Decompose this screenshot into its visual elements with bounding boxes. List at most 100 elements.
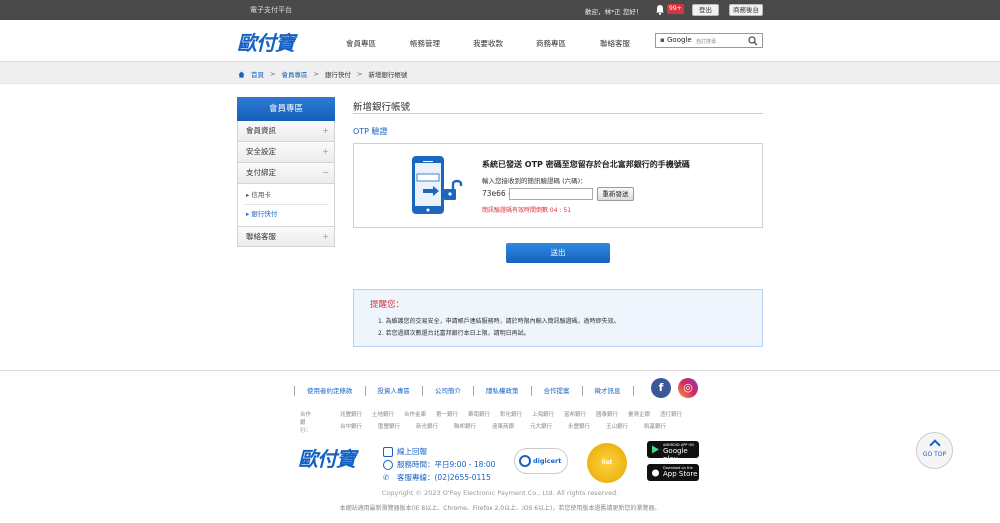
instagram-icon[interactable]: ◎ [678,378,698,398]
partner-bank: 國泰銀行 [596,412,619,418]
welcome-text: 歡迎，林*正 您好！ [585,8,643,16]
page-title: 新增銀行帳號 [353,102,411,113]
partner-bank: 第一銀行 [436,412,459,418]
otp-code-input[interactable] [509,188,593,200]
nav-accounting[interactable]: 帳務管理 [410,38,440,49]
partner-bank: 元大銀行 [530,424,553,430]
sidebar-item-security[interactable]: 安全設定 + [237,142,335,163]
header: 歐付寶 會員專區 帳務管理 我要收款 商務專區 聯絡客服 ▪ Google 自訂… [0,20,1000,62]
bell-icon[interactable] [655,4,665,15]
partner-bank: 凱基銀行 [644,424,667,430]
minus-icon: − [322,168,329,177]
breadcrumb-home[interactable]: 首頁 [251,69,264,79]
partner-bank: 合作金庫 [404,412,427,418]
reminder-item: 2. 若您過錯次數還台北富邦銀行本日上限，請明日再試。 [378,330,530,337]
footer-logo: 歐付寶 [298,447,356,471]
breadcrumb-member[interactable]: 會員專區 [281,69,307,79]
partner-bank: 渣打銀行 [660,412,683,418]
home-icon [238,70,245,78]
resend-button[interactable]: 重新發送 [597,187,634,201]
breadcrumb-bank[interactable]: 銀行快付 [325,69,351,79]
sidebar-subitem-bank-pay[interactable]: ▸ 銀行快付 [244,205,328,224]
partner-bank: 富邦銀行 [564,412,587,418]
divider [353,113,763,114]
footer-link-partnership[interactable]: 合作提案 [530,386,582,396]
go-top-button[interactable]: GO TOP [916,432,953,469]
partner-bank: 台中銀行 [340,424,363,430]
sidebar-item-member-info[interactable]: 會員資訊 + [237,121,335,142]
breadcrumb-separator: > [356,70,363,78]
nav-support[interactable]: 聯絡客服 [600,38,630,49]
apple-icon [652,469,659,477]
otp-countdown: 簡訊驗證碼有效時間倒數 04 : 51 [482,207,572,214]
partner-bank: 土地銀行 [372,412,395,418]
search-icon[interactable] [748,36,758,46]
copyright: Copyright © 2023 O'Pay Electronic Paymen… [381,489,619,497]
browser-notice: 本網站適用最新瀏覽器版本(IE 8以上、Chrome、Firefox 2.0以上… [339,505,661,512]
breadcrumb-separator: > [313,70,319,78]
sidebar-subitem-credit-card[interactable]: ▸ 信用卡 [244,186,328,205]
sidebar-submenu: ▸ 信用卡 ▸ 銀行快付 [237,184,335,226]
footer-links: 使用者約定條款 投資人專區 公司簡介 隱私權政策 合作提案 徵才訊息 [294,385,634,397]
sidebar-item-label: 會員資訊 [246,126,276,135]
nav-member[interactable]: 會員專區 [346,38,376,49]
merchant-backend-button[interactable]: 商務後台 [729,4,763,16]
footer-link-investors[interactable]: 投資人專區 [364,386,423,396]
plus-icon: + [322,126,329,135]
partner-bank: 新光銀行 [416,424,439,430]
clock-icon [383,459,393,470]
submit-button[interactable]: 送出 [506,243,610,263]
search-input[interactable]: ▪ Google 自訂搜尋 [655,33,763,48]
reminder-title: 提醒您： [370,300,405,310]
app-store-button[interactable]: Download on the App Store [647,464,699,481]
logo[interactable]: 歐付寶 [237,27,295,56]
breadcrumb-current: 新增銀行帳號 [368,71,408,79]
sidebar-title: 會員專區 [237,97,335,121]
contact-phone: ✆ 客服專線：(02)2655-0115 [383,472,491,483]
sidebar-item-support[interactable]: 聯絡客服 + [237,226,335,247]
partner-bank: 匯豐銀行 [378,424,401,430]
site-name: 電子支付平台 [250,6,292,14]
sidebar-item-label: 支付綁定 [246,168,276,177]
lock-icon [519,455,531,467]
footer-link-terms[interactable]: 使用者約定條款 [294,386,365,396]
partner-bank: 遠東商銀 [492,424,515,430]
partner-bank: 彰化銀行 [500,412,523,418]
facebook-icon[interactable]: f [651,378,671,398]
reminder-box: 提醒您： 1. 為維護您的交易安全，申請帳戶連結服務時，請於時限內輸入簡訊驗證碼… [353,289,763,347]
footer-link-about[interactable]: 公司簡介 [422,386,473,396]
breadcrumb: 首頁 > 會員專區 > 銀行快付 > 新增銀行帳號 [238,69,407,79]
sidebar-item-label: 聯絡客服 [246,232,276,241]
nav-receive[interactable]: 我要收款 [473,38,503,49]
sidebar: 會員專區 會員資訊 + 安全設定 + 支付綁定 − ▸ 信用卡 ▸ 銀行快付 聯… [237,97,335,247]
otp-section-label: OTP 驗證 [353,127,388,136]
plus-icon: + [322,232,329,241]
play-icon [652,445,659,454]
google-play-button[interactable]: ANDROID APP ON Google play [647,441,699,463]
footer-link-careers[interactable]: 徵才訊息 [581,386,634,396]
breadcrumb-band: 首頁 > 會員專區 > 銀行快付 > 新增銀行帳號 [0,62,1000,84]
logout-button[interactable]: 登出 [692,4,719,16]
award-badge: list [587,443,627,483]
nav-business[interactable]: 商務專區 [536,38,566,49]
plus-icon: + [322,147,329,156]
footer-divider [0,370,1000,371]
notification-badge: 99+ [667,4,684,14]
footer-link-privacy[interactable]: 隱私權政策 [473,386,531,396]
phone-icon: ✆ [383,472,390,482]
contact-report[interactable]: 線上回報 [383,446,427,457]
breadcrumb-separator: > [270,70,276,78]
reminder-item: 1. 為維護您的交易安全，申請帳戶連結服務時，請於時限內輸入簡訊驗證碼，逾時即失… [378,318,620,325]
otp-panel: 系統已發送 OTP 密碼至您留存於台北富邦銀行的手機號碼 輸入您接收到的簡訊驗證… [353,143,763,228]
digicert-seal[interactable]: digicert [514,448,568,474]
search-hint: 自訂搜尋 [696,38,717,45]
partner-bank: 永豐銀行 [568,424,591,430]
partner-bank: 上海銀行 [532,412,555,418]
partner-bank: 華南銀行 [468,412,491,418]
otp-prefix: 73e66 - [482,189,511,198]
sidebar-item-payment-binding[interactable]: 支付綁定 − [237,163,335,184]
partner-bank: 聯邦銀行 [454,424,477,430]
google-brand: ▪ Google [660,36,692,44]
partner-banks-label: 合作銀行： [300,412,312,434]
contact-hours: 服務時間：平日9:00 - 18:00 [383,459,495,470]
